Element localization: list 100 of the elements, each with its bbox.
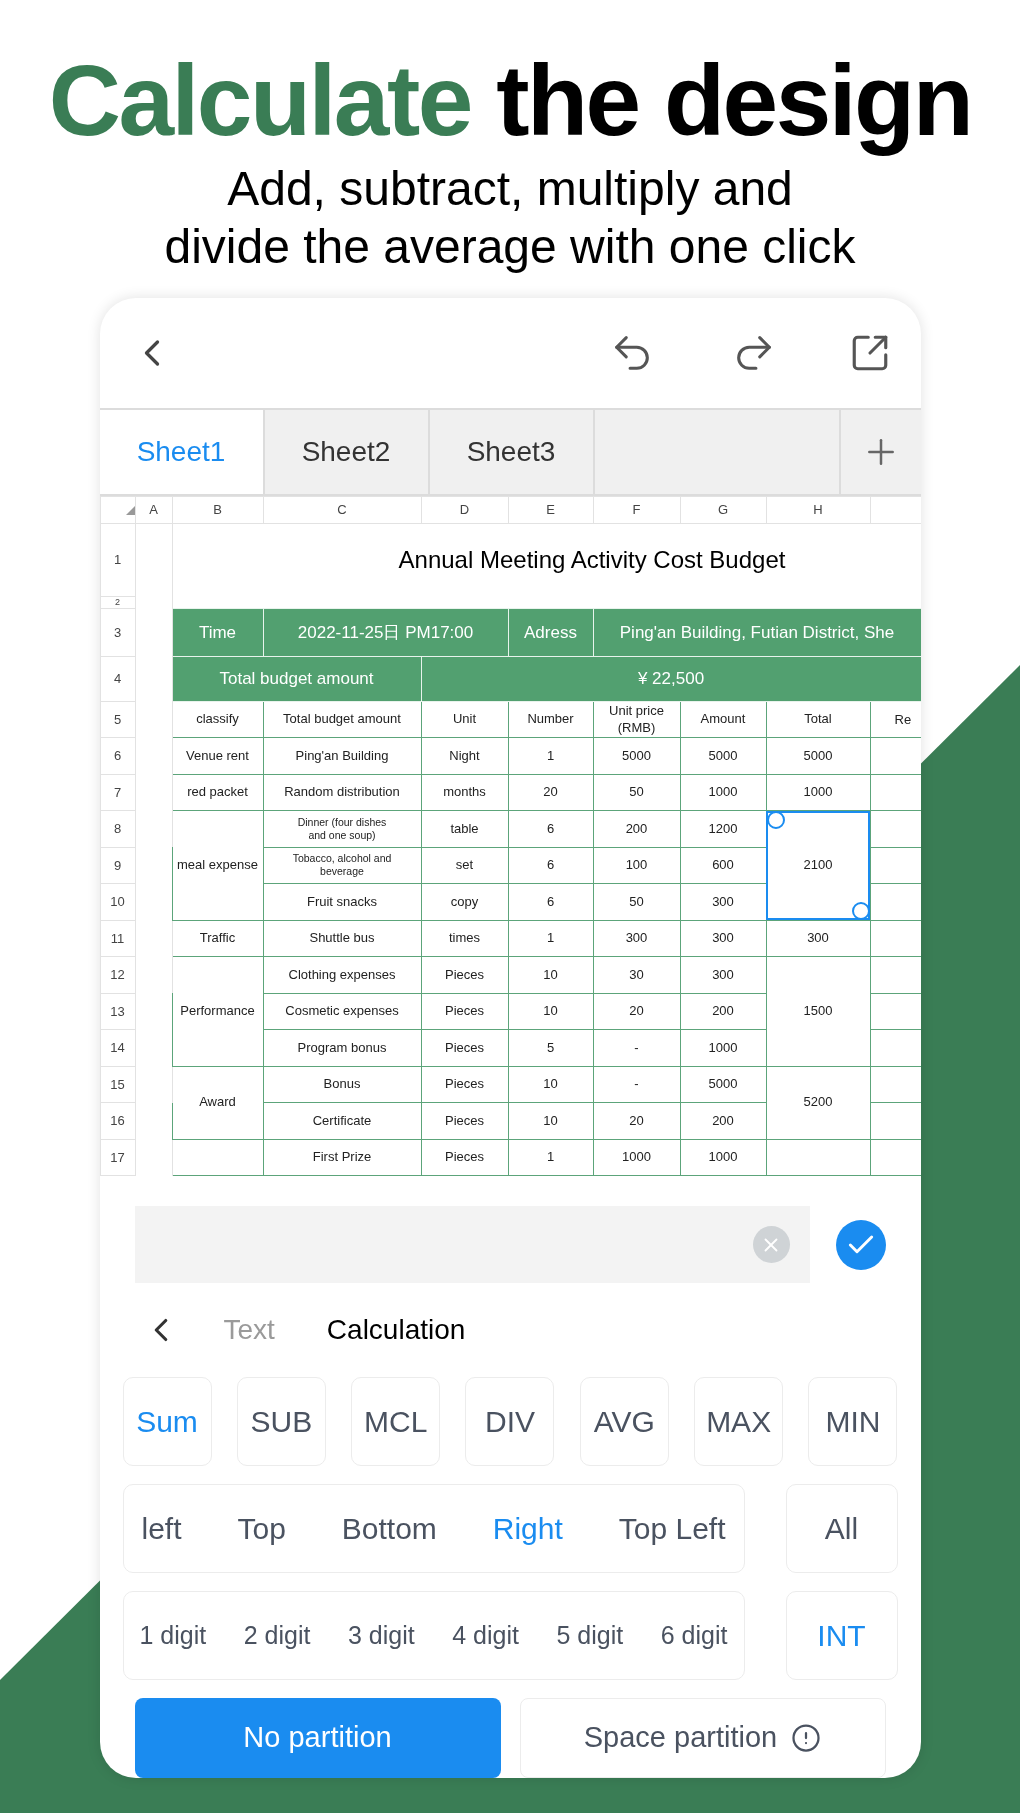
table-cell[interactable]: Amount bbox=[680, 701, 766, 738]
table-cell[interactable]: Pieces bbox=[421, 1102, 508, 1139]
direction-option[interactable]: left bbox=[141, 1506, 182, 1551]
row-number[interactable]: 11 bbox=[100, 920, 135, 957]
row-number[interactable]: 10 bbox=[100, 883, 135, 920]
table-cell[interactable]: Shuttle bus bbox=[263, 920, 421, 957]
table-cell[interactable]: 1000 bbox=[680, 1139, 766, 1176]
digit-option[interactable]: 6 digit bbox=[660, 1616, 728, 1655]
table-cell[interactable]: 30 bbox=[593, 956, 680, 993]
table-cell[interactable]: 5000 bbox=[680, 1066, 766, 1103]
table-cell[interactable]: Pieces bbox=[421, 1029, 508, 1066]
digit-option[interactable]: 2 digit bbox=[243, 1616, 311, 1655]
select-all-icon[interactable] bbox=[125, 505, 135, 515]
row-number[interactable]: 5 bbox=[100, 701, 135, 738]
table-cell[interactable]: meal expense bbox=[172, 810, 263, 920]
table-cell[interactable]: Venue rent bbox=[172, 737, 263, 774]
table-cell[interactable]: 300 bbox=[680, 920, 766, 957]
row-number[interactable]: 1 bbox=[100, 523, 135, 597]
row-number[interactable]: 13 bbox=[100, 993, 135, 1030]
table-cell[interactable]: Tobacco, alcohol and beverage bbox=[263, 847, 421, 884]
function-button[interactable]: DIV bbox=[465, 1377, 555, 1466]
table-cell[interactable]: 10 bbox=[508, 993, 593, 1030]
table-cell[interactable] bbox=[172, 1139, 263, 1176]
table-cell[interactable]: Performance bbox=[172, 956, 263, 1066]
table-cell[interactable]: Unit bbox=[421, 701, 508, 738]
table-cell[interactable]: Total budget amount bbox=[263, 701, 421, 738]
table-cell[interactable]: 10 bbox=[508, 1066, 593, 1103]
column-header[interactable]: B bbox=[172, 496, 263, 524]
table-cell[interactable]: times bbox=[421, 920, 508, 957]
table-cell[interactable]: 300 bbox=[766, 920, 870, 957]
selection-handle[interactable] bbox=[851, 901, 870, 920]
table-cell[interactable]: 5000 bbox=[680, 737, 766, 774]
row-number[interactable]: 4 bbox=[100, 656, 135, 702]
table-cell[interactable]: 1500 bbox=[766, 956, 870, 1066]
sheet-title[interactable]: Annual Meeting Activity Cost Budget bbox=[263, 523, 921, 597]
digit-option[interactable]: 4 digit bbox=[452, 1616, 519, 1655]
column-header[interactable]: A bbox=[135, 496, 172, 524]
table-cell[interactable]: Clothing expenses bbox=[263, 956, 421, 993]
table-cell[interactable]: Ping'an Building bbox=[263, 737, 421, 774]
table-cell[interactable] bbox=[766, 1139, 870, 1176]
row-number[interactable]: 9 bbox=[100, 847, 135, 884]
table-cell[interactable]: 2100 bbox=[766, 810, 870, 920]
all-button[interactable]: All bbox=[785, 1484, 898, 1573]
digit-option[interactable]: 3 digit bbox=[348, 1616, 415, 1655]
direction-option[interactable]: Top Left bbox=[618, 1506, 726, 1551]
function-button[interactable]: MAX bbox=[694, 1377, 784, 1466]
table-cell[interactable]: 1000 bbox=[593, 1139, 680, 1176]
row-number[interactable]: 16 bbox=[100, 1102, 135, 1139]
sheet-tab[interactable]: Sheet2 bbox=[264, 410, 430, 494]
table-cell[interactable]: classify bbox=[172, 701, 263, 738]
table-cell[interactable]: 20 bbox=[593, 993, 680, 1030]
table-cell[interactable]: 6 bbox=[508, 810, 593, 847]
selection-handle[interactable] bbox=[766, 811, 785, 829]
function-button[interactable]: SUB bbox=[236, 1377, 326, 1466]
column-header[interactable]: F bbox=[593, 496, 680, 524]
digit-option[interactable]: 1 digit bbox=[139, 1616, 207, 1655]
table-cell[interactable]: Pieces bbox=[421, 1139, 508, 1176]
table-cell[interactable]: 100 bbox=[593, 847, 680, 884]
row-number[interactable]: 8 bbox=[100, 810, 135, 847]
table-cell[interactable]: Bonus bbox=[263, 1066, 421, 1103]
table-cell[interactable]: months bbox=[421, 774, 508, 811]
row-number[interactable]: 12 bbox=[100, 956, 135, 993]
row-number[interactable]: 14 bbox=[100, 1029, 135, 1066]
table-cell[interactable]: 1 bbox=[508, 737, 593, 774]
table-cell[interactable]: 5000 bbox=[766, 737, 870, 774]
row-number[interactable]: 3 bbox=[100, 608, 135, 657]
table-cell[interactable]: 300 bbox=[593, 920, 680, 957]
table-cell[interactable]: 20 bbox=[508, 774, 593, 811]
table-cell[interactable]: Pieces bbox=[421, 956, 508, 993]
function-button[interactable]: MIN bbox=[808, 1377, 898, 1466]
table-cell[interactable]: 300 bbox=[680, 956, 766, 993]
row-number[interactable]: 2 bbox=[100, 596, 135, 609]
table-cell[interactable]: Award bbox=[172, 1066, 263, 1139]
table-cell[interactable]: 1 bbox=[508, 1139, 593, 1176]
table-cell[interactable]: - bbox=[593, 1066, 680, 1103]
table-cell[interactable]: copy bbox=[421, 883, 508, 920]
column-header[interactable]: G bbox=[680, 496, 766, 524]
table-cell[interactable]: 5200 bbox=[766, 1066, 870, 1139]
table-cell[interactable]: Total bbox=[766, 701, 870, 738]
table-cell[interactable]: Random distribution bbox=[263, 774, 421, 811]
table-cell[interactable]: First Prize bbox=[263, 1139, 421, 1176]
table-cell[interactable]: 1000 bbox=[680, 774, 766, 811]
direction-option[interactable]: Top bbox=[237, 1506, 286, 1551]
table-cell[interactable]: Fruit snacks bbox=[263, 883, 421, 920]
table-cell[interactable]: Program bonus bbox=[263, 1029, 421, 1066]
table-cell[interactable]: 200 bbox=[593, 810, 680, 847]
row-number[interactable]: 17 bbox=[100, 1139, 135, 1176]
table-cell[interactable]: 1 bbox=[508, 920, 593, 957]
table-cell[interactable]: Number bbox=[508, 701, 593, 738]
digit-option[interactable]: 5 digit bbox=[556, 1616, 624, 1655]
table-cell[interactable]: 6 bbox=[508, 883, 593, 920]
row-number[interactable]: 6 bbox=[100, 737, 135, 774]
table-cell[interactable]: 5 bbox=[508, 1029, 593, 1066]
table-cell[interactable]: 5000 bbox=[593, 737, 680, 774]
column-header[interactable]: E bbox=[508, 496, 593, 524]
table-cell[interactable]: 6 bbox=[508, 847, 593, 884]
table-cell[interactable]: 1000 bbox=[766, 774, 870, 811]
partition-button[interactable]: Space partition bbox=[519, 1698, 886, 1778]
table-cell[interactable]: Certificate bbox=[263, 1102, 421, 1139]
formula-field[interactable] bbox=[134, 1206, 810, 1283]
